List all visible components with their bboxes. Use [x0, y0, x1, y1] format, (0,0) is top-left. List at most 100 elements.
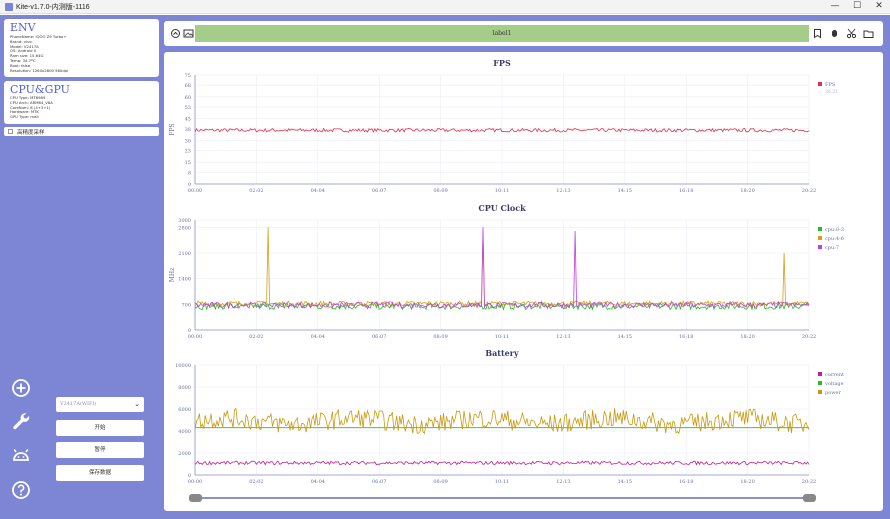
x-tick-label: 02:02 — [249, 334, 263, 340]
y-tick-label: 30 — [185, 138, 191, 144]
x-tick-label: 20:22 — [802, 479, 816, 485]
start-button[interactable]: 开始 — [56, 420, 144, 436]
charts-panel: FPS 0 8 15 23 30 38 45 53 60 68 75 00:00 02:02 04:04 06… — [164, 52, 883, 511]
app-icon — [5, 3, 13, 11]
y-tick-label: 53 — [185, 105, 191, 111]
legend-label: cpu:4-6 — [825, 236, 844, 242]
screenshot-icon[interactable] — [183, 28, 194, 39]
folder-icon[interactable] — [863, 28, 874, 39]
wrench-icon[interactable] — [10, 410, 32, 432]
x-tick-label: 02:02 — [249, 188, 263, 194]
help-circle-icon[interactable] — [10, 479, 32, 501]
bookmark-icon[interactable] — [812, 28, 823, 39]
legend-value: 36.21 — [825, 89, 838, 95]
x-tick-label: 20:22 — [802, 334, 816, 340]
close-button[interactable]: ✕ — [868, 0, 890, 14]
x-tick-label: 02:02 — [249, 479, 263, 485]
x-tick-label: 04:04 — [311, 479, 325, 485]
android-icon[interactable] — [10, 444, 32, 466]
y-tick-label: 15 — [185, 160, 191, 166]
x-tick-label: 08:09 — [433, 188, 447, 194]
x-tick-label: 00:00 — [188, 334, 202, 340]
x-tick-label: 10:11 — [495, 334, 509, 340]
window-title: Kite-v1.7.0-内测版-1116 — [16, 4, 90, 11]
legend-swatch — [818, 227, 822, 231]
pause-button[interactable]: 暂停 — [56, 442, 144, 458]
device-select-value: V2417A(WIFI) — [60, 401, 97, 407]
legend-label: current — [825, 372, 844, 378]
x-tick-label: 14:15 — [618, 188, 632, 194]
legend-label: FPS — [825, 82, 836, 88]
y-tick-label: 8 — [188, 170, 191, 176]
status-label: label1 — [195, 25, 809, 42]
y-tick-label: 45 — [185, 117, 191, 123]
y-axis-label: MHz — [169, 268, 176, 283]
range-slider-end-handle[interactable] — [803, 494, 816, 502]
env-panel: ENV PhoneName: iQOO Z9 Turbo+ Brand: viv… — [4, 19, 159, 77]
env-line: Resolution: 1260x2800 560dpi — [10, 67, 69, 73]
cut-icon[interactable] — [846, 28, 857, 39]
x-tick-label: 18:20 — [740, 479, 754, 485]
y-tick-label: 6000 — [178, 407, 191, 413]
x-tick-label: 08:09 — [433, 479, 447, 485]
x-tick-label: 18:20 — [740, 334, 754, 340]
y-tick-label: 10000 — [175, 363, 191, 369]
y-tick-label: 1400 — [178, 277, 191, 283]
env-info: PhoneName: iQOO Z9 Turbo+ Brand: vivo Mo… — [10, 34, 69, 73]
record-icon[interactable] — [170, 28, 181, 39]
toolbar: label1 — [164, 21, 883, 46]
minimize-button[interactable]: — — [824, 0, 846, 14]
env-title: ENV — [10, 21, 36, 34]
high-precision-toggle[interactable]: 高精度采样 — [4, 127, 159, 136]
app-body: ENV PhoneName: iQOO Z9 Turbo+ Brand: viv… — [0, 15, 890, 519]
chart-title: FPS — [493, 58, 511, 68]
cpu-gpu-panel: CPU&GPU CPU Type: MT6989 CPU Arch: ARM64… — [4, 81, 159, 124]
cpu-line: GPU Type: mali — [10, 114, 39, 120]
x-tick-label: 18:20 — [740, 188, 754, 194]
x-tick-label: 06:07 — [372, 479, 386, 485]
y-tick-label: 60 — [185, 95, 191, 101]
y-tick-label: 4000 — [178, 429, 191, 435]
x-tick-label: 14:15 — [618, 479, 632, 485]
add-circle-icon[interactable] — [10, 377, 32, 399]
y-tick-label: 38 — [185, 127, 191, 133]
legend-label: voltage — [824, 381, 844, 387]
x-tick-label: 20:22 — [802, 188, 816, 194]
x-tick-label: 10:11 — [495, 479, 509, 485]
x-tick-label: 00:00 — [188, 188, 202, 194]
x-tick-label: 12:13 — [556, 479, 570, 485]
title-bar: Kite-v1.7.0-内测版-1116 — ☐ ✕ — [0, 0, 890, 14]
range-slider-start-handle[interactable] — [189, 494, 202, 502]
x-tick-label: 06:07 — [372, 188, 386, 194]
legend-swatch — [818, 390, 822, 394]
y-tick-label: 700 — [181, 302, 191, 308]
legend-swatch — [818, 372, 822, 376]
legend-label: power — [825, 390, 841, 396]
legend-label: cpu:7 — [825, 245, 839, 251]
high-precision-checkbox[interactable] — [8, 129, 13, 134]
x-tick-label: 06:07 — [372, 334, 386, 340]
y-tick-label: 23 — [185, 149, 191, 155]
x-tick-label: 04:04 — [311, 188, 325, 194]
device-select[interactable]: V2417A(WIFI) ⌄ — [56, 397, 144, 412]
y-tick-label: 2800 — [178, 225, 191, 231]
x-tick-label: 08:09 — [433, 334, 447, 340]
x-tick-label: 16:18 — [679, 479, 693, 485]
y-tick-label: 68 — [185, 83, 191, 89]
mouse-icon[interactable] — [829, 28, 840, 39]
x-tick-label: 00:00 — [188, 479, 202, 485]
cpu-gpu-info: CPU Type: MT6989 CPU Arch: ARM64_V8A Cor… — [10, 95, 53, 120]
chart-title: CPU Clock — [478, 203, 526, 213]
y-tick-label: 75 — [185, 73, 191, 79]
y-tick-label: 2100 — [178, 251, 191, 257]
maximize-button[interactable]: ☐ — [846, 0, 868, 14]
x-tick-label: 04:04 — [311, 334, 325, 340]
x-tick-label: 16:18 — [679, 334, 693, 340]
legend-label: cpu:0-3 — [825, 227, 844, 233]
high-precision-label: 高精度采样 — [17, 130, 45, 136]
y-axis-label: FPS — [169, 123, 176, 135]
save-data-button[interactable]: 保存数据 — [56, 465, 144, 481]
x-tick-label: 12:13 — [556, 188, 570, 194]
y-tick-label: 8000 — [178, 385, 191, 391]
chevron-down-icon: ⌄ — [134, 400, 140, 408]
